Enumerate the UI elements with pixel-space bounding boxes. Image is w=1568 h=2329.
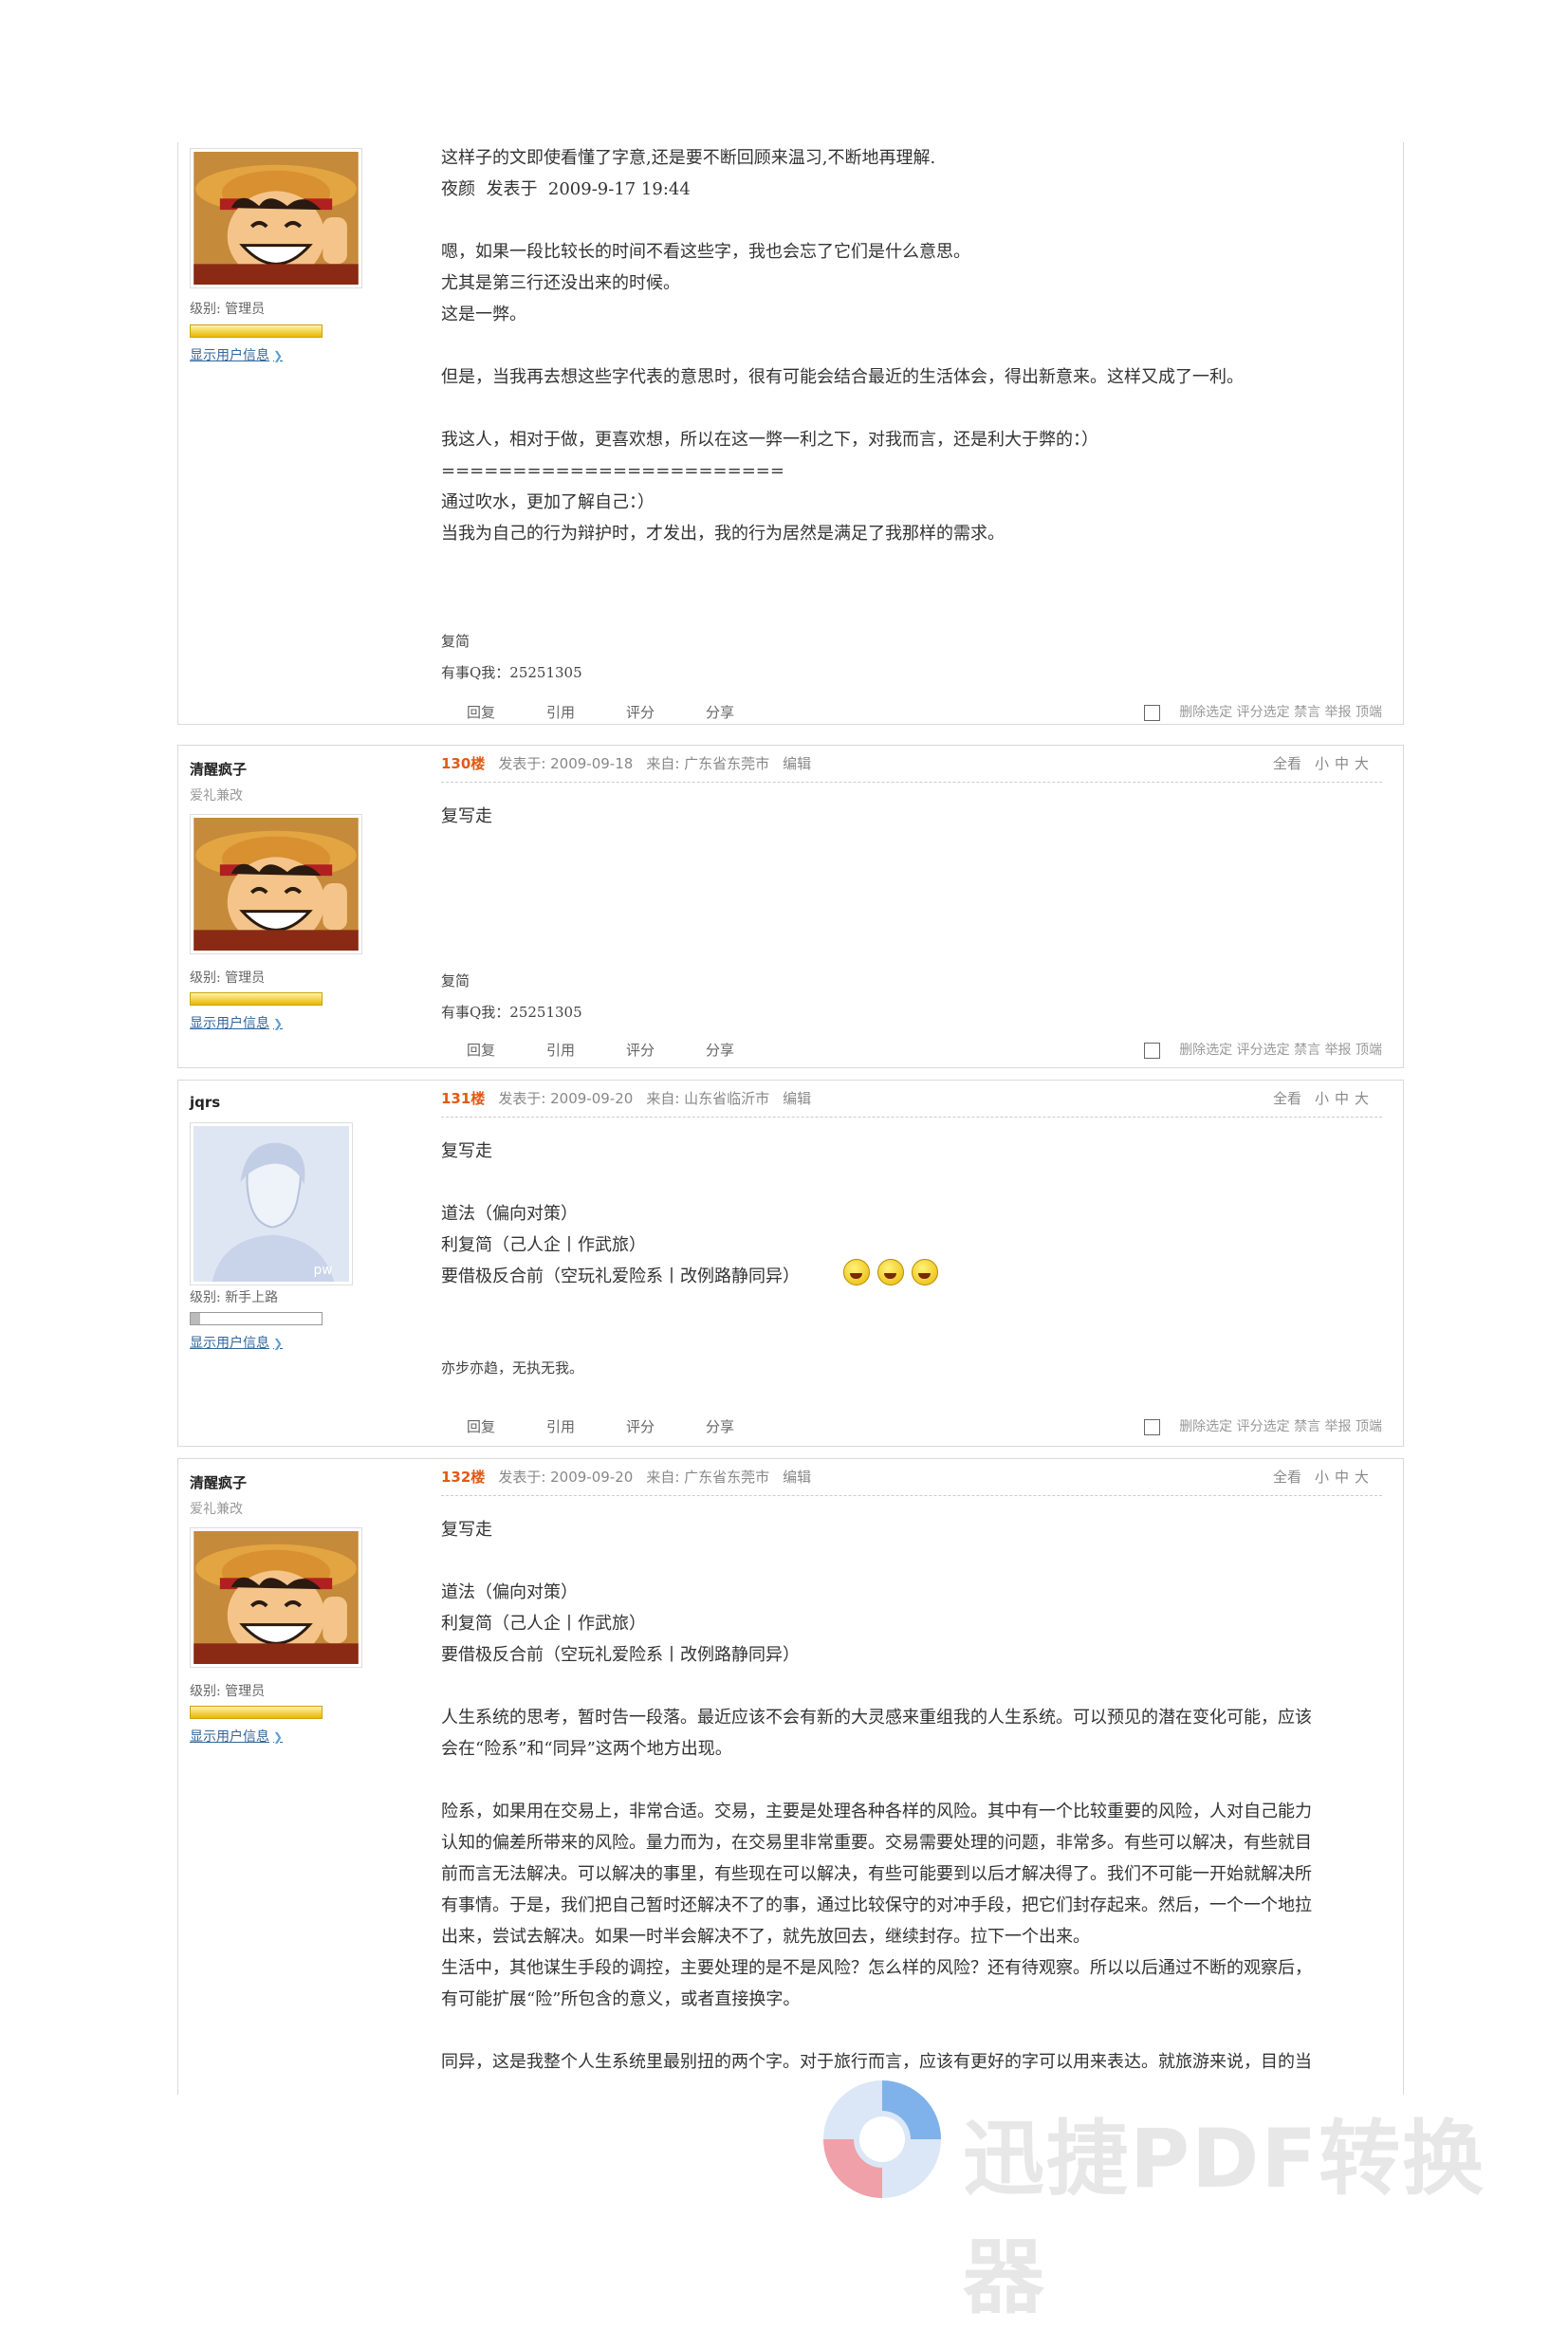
post-date: 发表于: 2009-09-20 xyxy=(498,1090,634,1107)
username[interactable]: 清醒疯子 xyxy=(190,759,247,779)
username[interactable]: 清醒疯子 xyxy=(190,1472,247,1492)
converter-logo-icon xyxy=(823,2080,941,2198)
view-tools: 全看小中大 xyxy=(1272,1090,1369,1107)
share-button[interactable]: 分享 xyxy=(680,1416,760,1436)
signature: 复简 有事Q我：25251305 xyxy=(441,633,582,681)
post-location: 来自: 广东省东莞市 xyxy=(646,755,770,772)
default-user-avatar-icon: pw xyxy=(194,1126,349,1282)
avatar xyxy=(190,814,362,954)
select-checkbox[interactable] xyxy=(1144,704,1161,721)
post-location: 来自: 山东省临沂市 xyxy=(646,1090,770,1107)
post-130: 清醒疯子 爱礼兼改 级别: 管理员 显示用户信息 ❯ 130楼 发表于: 2009-… xyxy=(177,745,1404,1068)
quote-button[interactable]: 引用 xyxy=(521,702,600,722)
converter-watermark: 迅捷PDF转换器 xyxy=(816,2073,1537,2325)
floor-number[interactable]: 130楼 xyxy=(441,755,485,772)
post-location: 来自: 广东省东莞市 xyxy=(646,1469,770,1486)
avatar xyxy=(190,1527,362,1668)
view-tools: 全看小中大 xyxy=(1272,755,1369,772)
luffy-avatar-icon xyxy=(194,1531,359,1664)
edit-link[interactable]: 编辑 xyxy=(783,1090,811,1107)
mod-tools: 删除选定 评分选定 禁言 举报 顶端 xyxy=(1144,1040,1382,1059)
post-body: 复写走 道法（偏向对策） 利复简（己人企丨作武旅） 要借极反合前（空玩礼爱险系丨… xyxy=(441,1520,1312,2072)
user-level: 级别: 管理员 xyxy=(190,970,266,986)
post-body: 复写走 道法（偏向对策） 利复简（己人企丨作武旅） 要借极反合前（空玩礼爱险系丨… xyxy=(441,1141,800,1286)
level-bar xyxy=(190,324,323,338)
signature: 亦步亦趋，无执无我。 xyxy=(441,1359,584,1377)
post-body: 这样子的文即使看懂了字意,还是要不断回顾来温习,不断地再理解. 夜颜 发表于 2… xyxy=(441,148,1244,544)
watermark-text: 迅捷PDF转换器 xyxy=(963,2112,1486,2325)
chevron-down-icon: ❯ xyxy=(273,1337,284,1350)
post-actions: 回复 引用 评分 分享 删除选定 评分选定 禁言 举报 顶端 xyxy=(441,1040,1382,1060)
select-checkbox[interactable] xyxy=(1144,1042,1161,1059)
user-title: 爱礼兼改 xyxy=(190,1502,243,1517)
rate-button[interactable]: 评分 xyxy=(600,1040,680,1060)
chevron-down-icon: ❯ xyxy=(273,349,284,362)
post-date: 发表于: 2009-09-18 xyxy=(498,755,634,772)
edit-link[interactable]: 编辑 xyxy=(783,755,811,772)
luffy-avatar-icon xyxy=(194,152,359,285)
quote-button[interactable]: 引用 xyxy=(521,1416,600,1436)
mod-tools: 删除选定 评分选定 禁言 举报 顶端 xyxy=(1144,702,1382,721)
show-user-info-link[interactable]: 显示用户信息 ❯ xyxy=(190,1727,283,1746)
emoji-row xyxy=(836,1259,938,1285)
post-actions: 回复 引用 评分 分享 删除选定 评分选定 禁言 举报 顶端 xyxy=(441,702,1382,722)
post-header: 130楼 发表于: 2009-09-18 来自: 广东省东莞市 编辑 全看小中大 xyxy=(441,753,1382,783)
user-level: 级别: 管理员 xyxy=(190,302,266,317)
avatar xyxy=(190,148,362,288)
rate-button[interactable]: 评分 xyxy=(600,1416,680,1436)
svg-text:pw: pw xyxy=(313,1263,332,1278)
post-header: 131楼 发表于: 2009-09-20 来自: 山东省临沂市 编辑 全看小中大 xyxy=(441,1088,1382,1118)
mod-tools: 删除选定 评分选定 禁言 举报 顶端 xyxy=(1144,1416,1382,1435)
floor-number[interactable]: 131楼 xyxy=(441,1090,485,1107)
post-129: 级别: 管理员 显示用户信息 ❯ 这样子的文即使看懂了字意,还是要不断回顾来温习,… xyxy=(177,142,1404,725)
show-user-info-link[interactable]: 显示用户信息 ❯ xyxy=(190,1333,283,1352)
post-132: 清醒疯子 爱礼兼改 级别: 管理员 显示用户信息 ❯ 132楼 发表于: 2009-… xyxy=(177,1458,1404,2095)
chevron-down-icon: ❯ xyxy=(273,1730,284,1744)
level-bar xyxy=(190,1312,323,1325)
post-header: 132楼 发表于: 2009-09-20 来自: 广东省东莞市 编辑 全看小中大 xyxy=(441,1467,1382,1496)
reply-button[interactable]: 回复 xyxy=(441,1416,521,1436)
chevron-down-icon: ❯ xyxy=(273,1017,284,1030)
view-tools: 全看小中大 xyxy=(1272,1469,1369,1486)
grin-emoji-icon xyxy=(877,1259,904,1285)
avatar: pw xyxy=(190,1122,353,1285)
reply-button[interactable]: 回复 xyxy=(441,702,521,722)
show-user-info-link[interactable]: 显示用户信息 ❯ xyxy=(190,1013,283,1032)
post-actions: 回复 引用 评分 分享 删除选定 评分选定 禁言 举报 顶端 xyxy=(441,1416,1382,1436)
user-title: 爱礼兼改 xyxy=(190,788,243,804)
post-131: jqrs pw 级别: 新手上路 显示用户信息 ❯ 131楼 发表于: 2009-0… xyxy=(177,1080,1404,1447)
level-bar xyxy=(190,992,323,1006)
signature: 复简 有事Q我：25251305 xyxy=(441,972,582,1021)
username[interactable]: jqrs xyxy=(190,1094,220,1111)
user-level: 级别: 管理员 xyxy=(190,1684,266,1699)
rate-button[interactable]: 评分 xyxy=(600,702,680,722)
share-button[interactable]: 分享 xyxy=(680,1040,760,1060)
post-date: 发表于: 2009-09-20 xyxy=(498,1469,634,1486)
user-level: 级别: 新手上路 xyxy=(190,1290,279,1305)
show-user-info-link[interactable]: 显示用户信息 ❯ xyxy=(190,345,283,364)
post-body: 复写走 xyxy=(441,806,492,826)
quote-button[interactable]: 引用 xyxy=(521,1040,600,1060)
grin-emoji-icon xyxy=(912,1259,938,1285)
level-bar xyxy=(190,1706,323,1719)
grin-emoji-icon xyxy=(843,1259,870,1285)
reply-button[interactable]: 回复 xyxy=(441,1040,521,1060)
floor-number[interactable]: 132楼 xyxy=(441,1469,485,1486)
select-checkbox[interactable] xyxy=(1144,1418,1161,1435)
edit-link[interactable]: 编辑 xyxy=(783,1469,811,1486)
luffy-avatar-icon xyxy=(194,818,359,951)
share-button[interactable]: 分享 xyxy=(680,702,760,722)
